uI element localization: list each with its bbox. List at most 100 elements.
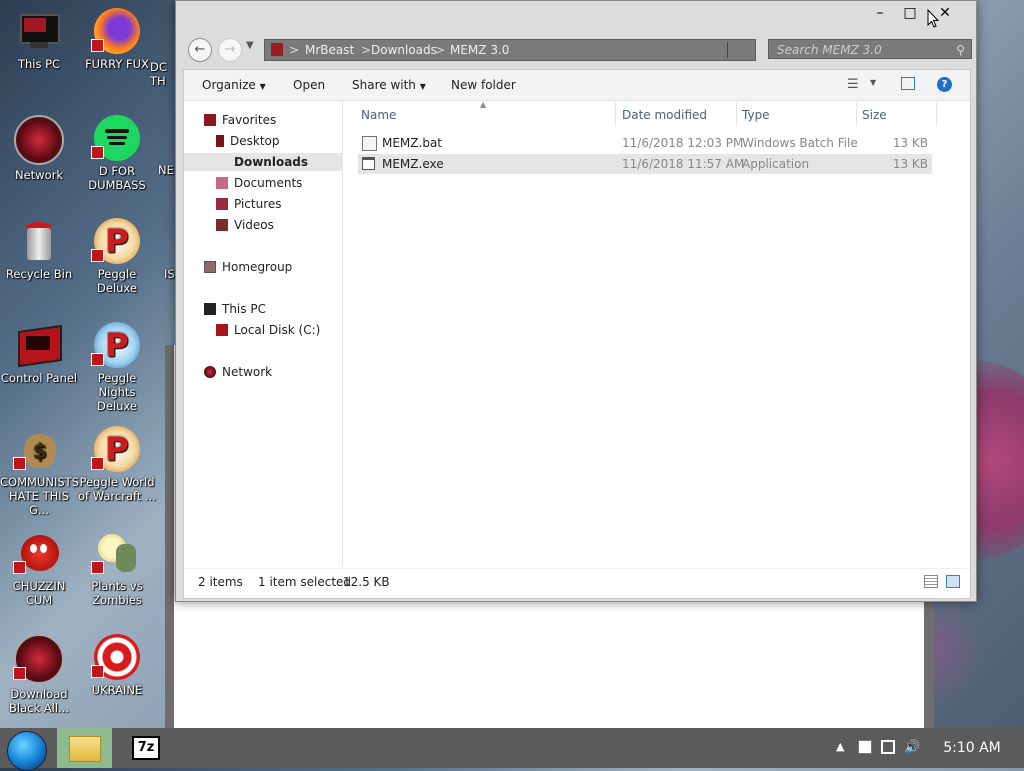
nav-label: Local Disk (C:)	[234, 323, 321, 337]
desktop-icon-peggle-deluxe[interactable]: P Peggle Deluxe	[78, 218, 156, 295]
view-options-chevron-icon[interactable]: ▼	[870, 78, 876, 87]
status-bar: 2 items 1 item selected 12.5 KB	[184, 568, 970, 595]
share-with-label: Share with	[352, 78, 416, 92]
back-button[interactable]: ←	[188, 38, 212, 62]
peggle-icon: P	[91, 426, 140, 472]
desktop-icon-label: Control Panel	[0, 371, 78, 385]
new-folder-button[interactable]: New folder	[451, 78, 516, 92]
chuzzle-icon	[13, 530, 62, 576]
desktop-icon-peggle-nights[interactable]: P Peggle Nights Deluxe	[78, 322, 156, 413]
videos-icon	[216, 219, 228, 231]
desktop-icon-this-pc[interactable]: This PC	[0, 8, 78, 71]
file-row-memz-exe[interactable]: MEMZ.exe 11/6/2018 11:57 AM Application …	[358, 154, 932, 174]
taskbar-7z-button[interactable]: 7z	[125, 728, 170, 768]
breadcrumb-separator: >	[289, 43, 300, 57]
desktop-icon-furry-fux[interactable]: FURRY FUX	[78, 8, 156, 71]
desktop-icon-label: Download Black All...	[9, 687, 69, 715]
nav-documents[interactable]: Documents	[216, 174, 302, 192]
minimize-button[interactable]: –	[866, 5, 894, 23]
preview-pane-icon[interactable]	[901, 77, 915, 90]
status-size: 12.5 KB	[343, 575, 390, 589]
desktop-icon-label: Peggle Nights Deluxe	[97, 371, 137, 413]
column-header-name[interactable]: Name	[361, 102, 396, 128]
address-divider	[727, 42, 728, 58]
desktop-icon-chuzzin[interactable]: CHUZZIN CUM	[0, 530, 78, 607]
desktop-icon-ukraine[interactable]: UKRAINE	[78, 634, 156, 697]
desktop-icon-label: COMMUNISTS HATE THIS G...	[0, 475, 79, 517]
desktop-icon-network[interactable]: Network	[0, 115, 78, 182]
start-button[interactable]	[7, 731, 47, 771]
column-divider[interactable]	[736, 102, 737, 126]
open-button[interactable]: Open	[293, 78, 325, 92]
file-row-memz-bat[interactable]: MEMZ.bat 11/6/2018 12:03 PM Windows Batc…	[358, 133, 932, 153]
desktop-icon-label: Peggle World of Warcraft ...	[78, 475, 156, 503]
desktop-icon-d-for-dumbass[interactable]: D FOR DUMBASS	[78, 115, 156, 192]
maximize-button[interactable]: □	[896, 5, 924, 23]
large-icons-view-icon[interactable]	[946, 575, 960, 588]
desktop-icon-label: UKRAINE	[91, 683, 143, 697]
share-with-button[interactable]: Share with ▼	[352, 78, 426, 92]
search-icon[interactable]: ⚲	[956, 40, 965, 60]
nav-pictures[interactable]: Pictures	[216, 195, 282, 213]
nav-downloads[interactable]: Downloads	[184, 153, 342, 171]
desktop-icon-plants-vs-zombies[interactable]: Plants vs Zombies	[78, 530, 156, 607]
desktop-icon-label: NE	[158, 163, 174, 177]
desktop-icon-label: Recycle Bin	[5, 267, 73, 281]
desktop-icon-peggle-wow[interactable]: P Peggle World of Warcraft ...	[78, 426, 156, 503]
recycle-bin-icon	[16, 218, 62, 264]
nav-label: This PC	[222, 302, 266, 316]
computer-icon	[16, 8, 62, 54]
nav-local-disk[interactable]: Local Disk (C:)	[216, 321, 320, 339]
action-center-icon[interactable]	[858, 740, 872, 754]
file-date: 11/6/2018 11:57 AM	[622, 157, 745, 171]
column-divider[interactable]	[936, 102, 937, 126]
address-bar[interactable]: > MrBeast > Downloads > MEMZ 3.0	[264, 39, 756, 61]
shortcut-badge-icon	[13, 457, 26, 470]
desktop-icon-recycle-bin[interactable]: Recycle Bin	[0, 218, 78, 281]
column-header-type[interactable]: Type	[742, 102, 770, 128]
change-view-icon[interactable]: ☰	[847, 77, 859, 92]
forward-button[interactable]: →	[218, 38, 242, 62]
shortcut-badge-icon	[91, 665, 104, 678]
taskbar: 7z ▲ 🔊 5:10 AM	[0, 728, 1024, 771]
column-divider[interactable]	[615, 102, 616, 126]
nav-label: Desktop	[230, 134, 280, 148]
column-header-date[interactable]: Date modified	[622, 102, 707, 128]
show-hidden-icons-icon[interactable]: ▲	[836, 740, 844, 753]
taskbar-explorer-button[interactable]	[57, 728, 112, 768]
desktop-icon-label: Plants vs Zombies	[91, 579, 143, 607]
search-input[interactable]: Search MEMZ 3.0 ⚲	[768, 39, 972, 59]
nav-label: Documents	[234, 176, 303, 190]
help-icon[interactable]: ?	[937, 77, 952, 92]
nav-this-pc[interactable]: This PC	[204, 300, 266, 318]
organize-button[interactable]: Organize ▼	[202, 78, 266, 92]
computer-icon	[204, 303, 216, 315]
column-header-size[interactable]: Size	[862, 102, 887, 128]
volume-icon[interactable]: 🔊	[904, 740, 920, 755]
desktop-icon-download-black[interactable]: Download Black All...	[0, 634, 78, 715]
peggle-nights-icon: P	[91, 322, 140, 368]
breadcrumb-mrbeast[interactable]: MrBeast	[305, 40, 354, 60]
desktop-icon-label: DC TH	[150, 60, 167, 88]
column-divider[interactable]	[856, 102, 857, 126]
application-icon	[362, 157, 375, 170]
desktop-icon-control-panel[interactable]: Control Panel	[0, 322, 78, 385]
breadcrumb-downloads[interactable]: Downloads	[371, 40, 437, 60]
desktop-icon-communists[interactable]: $ COMMUNISTS HATE THIS G...	[0, 426, 79, 517]
navigation-pane: Favorites Desktop Downloads Documents Pi…	[184, 101, 343, 566]
nav-favorites[interactable]: Favorites	[204, 111, 276, 129]
desktop-icon	[216, 135, 224, 147]
money-bag-icon: $	[13, 426, 62, 472]
file-type: Application	[742, 157, 810, 171]
nav-network[interactable]: Network	[204, 363, 272, 381]
nav-videos[interactable]: Videos	[216, 216, 274, 234]
clock[interactable]: 5:10 AM	[932, 728, 1012, 768]
network-status-icon[interactable]	[881, 740, 895, 754]
nav-desktop[interactable]: Desktop	[216, 132, 280, 150]
nav-homegroup[interactable]: Homegroup	[204, 258, 292, 276]
recent-locations-chevron-icon[interactable]: ▼	[246, 40, 254, 51]
nav-label: Videos	[234, 218, 274, 232]
details-view-icon[interactable]	[924, 575, 938, 588]
breadcrumb-memz[interactable]: MEMZ 3.0	[450, 40, 509, 60]
nav-label: Favorites	[222, 113, 277, 127]
